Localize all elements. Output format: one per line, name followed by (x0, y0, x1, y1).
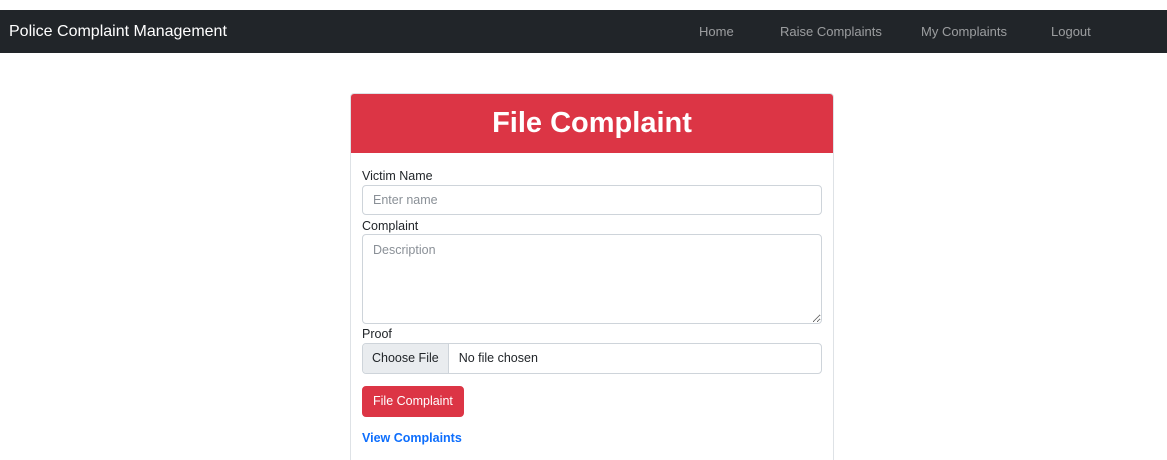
nav-link-my-complaints[interactable]: My Complaints (921, 10, 1007, 53)
complaint-form-card: File Complaint Victim Name Complaint Pro… (350, 93, 834, 460)
view-complaints-link[interactable]: View Complaints (362, 431, 462, 445)
navbar: Police Complaint Management Home Raise C… (0, 10, 1167, 53)
nav-link-logout[interactable]: Logout (1051, 10, 1091, 53)
victim-name-label: Victim Name (362, 169, 433, 183)
navbar-brand[interactable]: Police Complaint Management (9, 10, 227, 53)
form-title: File Complaint (351, 94, 833, 153)
proof-file-input[interactable]: Choose File No file chosen (362, 343, 822, 374)
complaint-label: Complaint (362, 219, 419, 233)
nav-link-home[interactable]: Home (699, 10, 734, 53)
choose-file-button[interactable]: Choose File (363, 344, 449, 373)
proof-label: Proof (362, 327, 392, 341)
file-complaint-button[interactable]: File Complaint (362, 386, 464, 417)
file-status-text: No file chosen (458, 351, 538, 365)
victim-name-input[interactable] (362, 185, 822, 215)
complaint-textarea[interactable] (362, 234, 822, 324)
nav-link-raise-complaints[interactable]: Raise Complaints (780, 10, 882, 53)
